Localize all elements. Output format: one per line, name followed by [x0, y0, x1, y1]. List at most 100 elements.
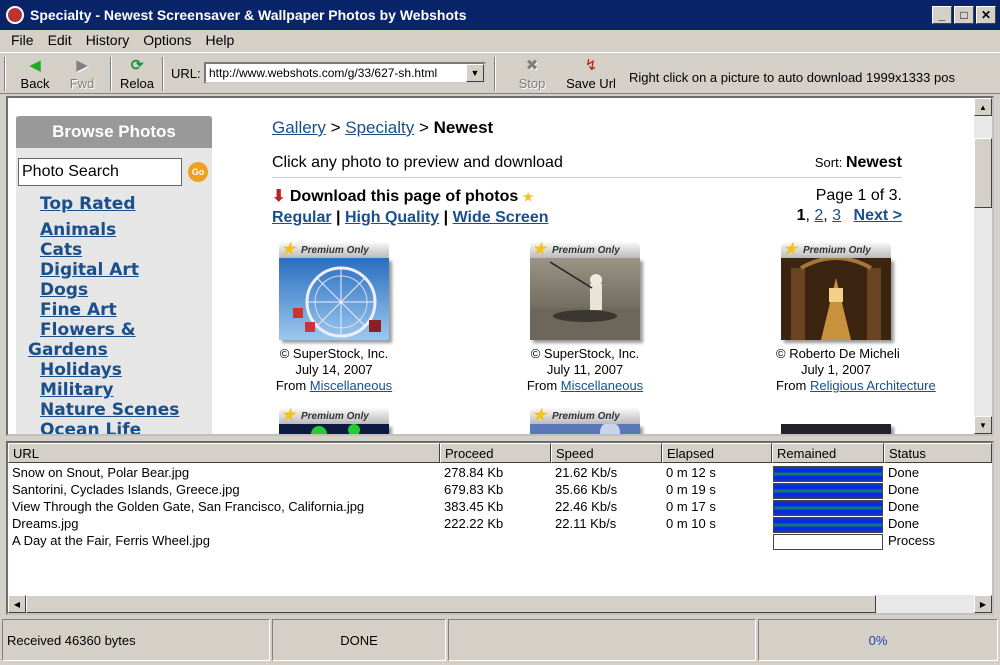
- status-received: Received 46360 bytes: [2, 619, 270, 661]
- column-header-elapsed[interactable]: Elapsed: [662, 443, 772, 463]
- category-link-fine-art[interactable]: Fine Art: [40, 300, 117, 320]
- category-link-digital-art[interactable]: Digital Art: [40, 260, 139, 280]
- scrollbar-thumb[interactable]: [974, 138, 992, 208]
- photo-card[interactable]: [776, 424, 956, 436]
- photo-card[interactable]: ★ Premium Only: [525, 407, 705, 436]
- premium-label: Premium Only: [301, 244, 369, 256]
- forward-label: Fwd: [69, 76, 95, 91]
- column-header-url[interactable]: URL: [8, 443, 440, 463]
- search-go-button[interactable]: Go: [188, 162, 208, 182]
- remained-progress-bar: [773, 517, 883, 533]
- column-header-speed[interactable]: Speed: [551, 443, 662, 463]
- content-vertical-scrollbar[interactable]: ▲ ▼: [974, 98, 992, 434]
- photo-category-link[interactable]: Miscellaneous: [310, 378, 392, 393]
- scroll-right-icon[interactable]: ▶: [974, 595, 992, 613]
- menu-history[interactable]: History: [79, 32, 137, 48]
- high-quality-link[interactable]: High Quality: [345, 209, 439, 226]
- photo-category-link[interactable]: Religious Architecture: [810, 378, 936, 393]
- breadcrumb-gallery[interactable]: Gallery: [272, 118, 326, 137]
- progress-fill: [774, 518, 882, 532]
- photo-card[interactable]: ★ Premium Only © SuperStock, Inc. July 11…: [525, 241, 705, 402]
- download-status: Done: [888, 516, 920, 531]
- category-link-nature-scenes[interactable]: Nature Scenes: [40, 400, 179, 420]
- url-input[interactable]: http://www.webshots.com/g/33/627-sh.html: [206, 66, 464, 80]
- category-link-flowers[interactable]: Flowers &: [40, 320, 136, 340]
- photo-date: July 1, 2007: [800, 362, 872, 377]
- photo-card[interactable]: ★ Premium Only: [274, 407, 454, 436]
- premium-label: Premium Only: [552, 410, 620, 422]
- photo-card[interactable]: ★ Premium Only © Roberto De Micheli July …: [776, 241, 956, 402]
- scroll-left-icon[interactable]: ◀: [8, 595, 26, 613]
- download-horizontal-scrollbar[interactable]: ◀ ▶: [8, 595, 992, 613]
- breadcrumb-separator: >: [418, 118, 429, 137]
- photo-thumbnail[interactable]: [279, 424, 389, 436]
- download-elapsed: 0 m 19 s: [666, 482, 716, 497]
- menu-help[interactable]: Help: [199, 32, 242, 48]
- category-link-cats[interactable]: Cats: [40, 240, 82, 260]
- category-link-animals[interactable]: Animals: [40, 220, 116, 240]
- menu-edit[interactable]: Edit: [41, 32, 79, 48]
- menu-file[interactable]: File: [4, 32, 41, 48]
- title-bar: Specialty - Newest Screensaver & Wallpap…: [0, 0, 1000, 30]
- category-link-holidays[interactable]: Holidays: [40, 360, 122, 380]
- breadcrumb-specialty[interactable]: Specialty: [345, 118, 414, 137]
- url-dropdown-icon[interactable]: ▼: [466, 64, 484, 82]
- back-arrow-icon: ◀: [29, 57, 41, 74]
- url-combobox[interactable]: http://www.webshots.com/g/33/627-sh.html…: [204, 62, 486, 84]
- download-url: Dreams.jpg: [12, 516, 79, 531]
- scroll-up-icon[interactable]: ▲: [974, 98, 992, 116]
- photo-credit: © Roberto De Micheli July 1, 2007 From R…: [776, 346, 936, 394]
- page-2-link[interactable]: 2: [814, 207, 823, 224]
- photo-thumbnail[interactable]: [279, 258, 389, 340]
- regular-quality-link[interactable]: Regular: [272, 209, 332, 226]
- download-speed: 22.11 Kb/s: [555, 516, 617, 531]
- remained-progress-bar: [773, 466, 883, 482]
- photo-category-link[interactable]: Miscellaneous: [561, 378, 643, 393]
- wide-screen-link[interactable]: Wide Screen: [453, 209, 549, 226]
- category-link-dogs[interactable]: Dogs: [40, 280, 88, 300]
- close-button[interactable]: ✕: [976, 6, 996, 24]
- photo-thumbnail[interactable]: [530, 258, 640, 340]
- download-url: View Through the Golden Gate, San Franci…: [12, 499, 365, 514]
- app-icon: [6, 6, 24, 24]
- page-3-link[interactable]: 3: [832, 207, 841, 224]
- forward-button[interactable]: ▶ Fwd: [62, 55, 102, 93]
- download-proceed: 278.84 Kb: [444, 465, 504, 480]
- photo-thumbnail[interactable]: [781, 424, 891, 436]
- column-header-status[interactable]: Status: [884, 443, 992, 463]
- menu-options[interactable]: Options: [136, 32, 198, 48]
- save-url-button[interactable]: ↯ Save Url: [562, 55, 620, 93]
- category-link-gardens[interactable]: Gardens: [28, 340, 108, 360]
- quality-separator: |: [336, 209, 341, 226]
- top-rated-link[interactable]: Top Rated: [40, 194, 136, 214]
- premium-label: Premium Only: [803, 244, 871, 256]
- photo-search-input[interactable]: Photo Search: [18, 158, 182, 186]
- toolbar-separator: [110, 57, 112, 91]
- download-page-label: Download this page of photos: [289, 188, 519, 205]
- sort-value[interactable]: Newest: [846, 154, 902, 171]
- premium-label: Premium Only: [301, 410, 369, 422]
- minimize-button[interactable]: _: [932, 6, 952, 24]
- photo-thumbnail[interactable]: [530, 424, 640, 436]
- photo-copyright: © Roberto De Micheli: [776, 346, 900, 361]
- photo-thumbnail[interactable]: [781, 258, 891, 340]
- column-header-proceed[interactable]: Proceed: [440, 443, 551, 463]
- stop-button[interactable]: ✖ Stop: [512, 55, 552, 93]
- star-icon: ★: [281, 241, 296, 258]
- scroll-down-icon[interactable]: ▼: [974, 416, 992, 434]
- scrollbar-thumb[interactable]: [26, 595, 876, 613]
- maximize-button[interactable]: □: [954, 6, 974, 24]
- download-speed: 21.62 Kb/s: [555, 465, 618, 480]
- photo-credit: © SuperStock, Inc. July 11, 2007 From Mi…: [525, 346, 645, 394]
- window-controls: _ □ ✕: [932, 6, 996, 24]
- next-page-link[interactable]: Next >: [854, 207, 902, 224]
- column-header-remained[interactable]: Remained: [772, 443, 884, 463]
- star-icon: ★: [522, 190, 534, 204]
- premium-label: Premium Only: [552, 244, 620, 256]
- photo-card[interactable]: ★ Premium Only © SuperStock, Inc. July 14…: [274, 241, 454, 402]
- download-proceed: 222.22 Kb: [444, 516, 504, 531]
- category-link-ocean-life[interactable]: Ocean Life: [40, 420, 141, 434]
- back-button[interactable]: ◀ Back: [12, 55, 58, 93]
- category-link-military[interactable]: Military: [40, 380, 113, 400]
- reload-button[interactable]: ⟳ Reloa: [116, 55, 158, 93]
